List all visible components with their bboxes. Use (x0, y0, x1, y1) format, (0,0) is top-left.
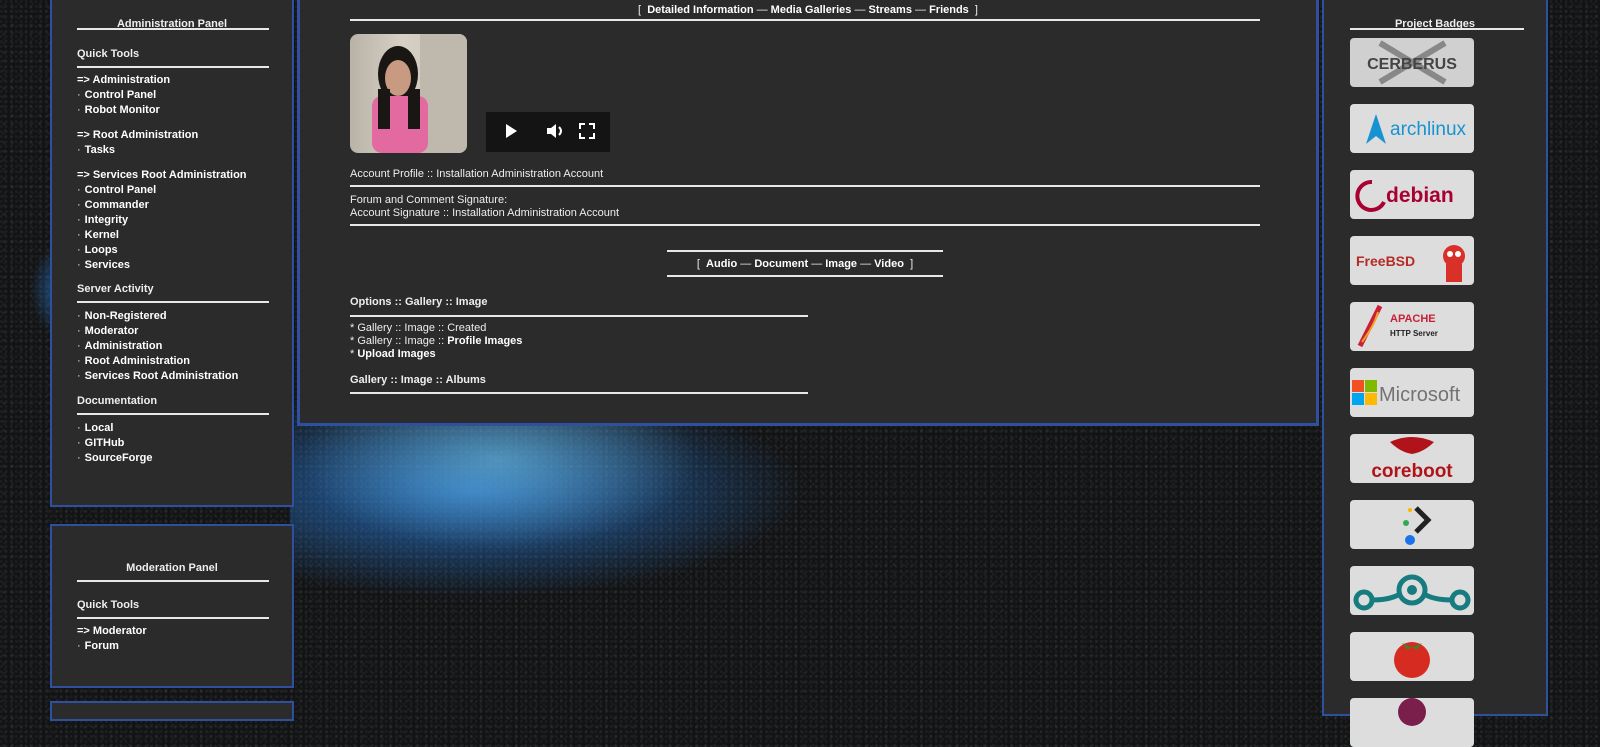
profile-images-link[interactable]: Profile Images (447, 335, 522, 347)
archlinux-badge[interactable]: archlinux (1350, 104, 1474, 153)
divider (77, 66, 269, 68)
divider (667, 250, 943, 252)
divider (350, 19, 1260, 21)
services-link[interactable]: Services (85, 259, 130, 271)
divider (1350, 28, 1524, 30)
divider (77, 413, 269, 415)
signature-value: Account Signature :: Installation Admini… (350, 207, 620, 219)
activity-link[interactable]: Services Root Administration (85, 370, 239, 382)
next-panel (50, 701, 294, 721)
doc-link[interactable]: SourceForge (85, 452, 153, 464)
media-nav-audio[interactable]: Audio (706, 258, 737, 270)
divider (77, 301, 269, 303)
root-admin-group: => Root Administration · Tasks (77, 129, 199, 156)
quick-tools-title: Quick Tools (77, 599, 140, 611)
avatar (350, 34, 467, 153)
media-nav-video[interactable]: Video (874, 258, 904, 270)
moderation-panel: Moderation Panel Quick Tools => Moderato… (50, 524, 294, 688)
media-nav: [ Audio — Document — Image — Video ] (696, 258, 914, 270)
albums-title: Gallery :: Image :: Albums (350, 374, 486, 386)
doc-link[interactable]: Local (85, 422, 114, 434)
admin-link[interactable]: Control Panel (85, 89, 157, 101)
services-link[interactable]: Kernel (85, 229, 119, 241)
services-link[interactable]: Control Panel (85, 184, 157, 196)
moderator-group-heading[interactable]: => Moderator (77, 625, 147, 637)
admin-link[interactable]: Robot Monitor (85, 104, 160, 116)
top-nav: [ Detailed Information — Media Galleries… (638, 4, 978, 16)
svg-text:Microsoft: Microsoft (1379, 384, 1461, 406)
activity-link[interactable]: Administration (85, 340, 163, 352)
microsoft-badge[interactable]: Microsoft (1350, 368, 1474, 417)
background-splash (290, 400, 810, 600)
nav-media-galleries[interactable]: Media Galleries (771, 4, 852, 16)
svg-text:FreeBSD: FreeBSD (1356, 253, 1415, 269)
play-icon[interactable] (496, 112, 526, 150)
services-link[interactable]: Loops (85, 244, 118, 256)
svg-text:CERBERUS: CERBERUS (1367, 56, 1457, 73)
media-nav-image[interactable]: Image (825, 258, 857, 270)
moderator-group: => Moderator · Forum (77, 625, 147, 652)
nav-streams[interactable]: Streams (869, 4, 912, 16)
fullscreen-icon[interactable] (572, 112, 602, 150)
next-badge[interactable] (1350, 698, 1474, 747)
prompt-badge[interactable] (1350, 500, 1474, 549)
main-content-panel: [ Detailed Information — Media Galleries… (297, 0, 1319, 426)
freebsd-badge[interactable]: FreeBSD (1350, 236, 1474, 285)
divider (350, 224, 1260, 226)
project-badges-panel: Project Badges CERBERUS archlinux debian… (1322, 0, 1548, 747)
server-activity-title: Server Activity (77, 283, 154, 295)
options-title: Options :: Gallery :: Image (350, 296, 488, 308)
svg-text:coreboot: coreboot (1371, 461, 1453, 482)
apache-badge[interactable]: APACHE HTTP Server (1350, 302, 1474, 351)
services-link[interactable]: Integrity (85, 214, 128, 226)
lineage-badge[interactable] (1350, 566, 1474, 615)
activity-link[interactable]: Moderator (85, 325, 139, 337)
admin-group: => Administration · Control Panel · Robot … (77, 74, 171, 116)
divider (350, 185, 1260, 187)
activity-link[interactable]: Root Administration (85, 355, 190, 367)
divider (77, 28, 269, 30)
quick-tools-title: Quick Tools (77, 48, 140, 60)
divider (77, 580, 269, 582)
debian-badge[interactable]: debian (1350, 170, 1474, 219)
administration-panel: Administration Panel Quick Tools => Admi… (50, 0, 294, 507)
svg-text:APACHE: APACHE (1390, 313, 1436, 325)
svg-text:archlinux: archlinux (1390, 119, 1467, 140)
media-player[interactable] (486, 112, 610, 152)
admin-group-heading[interactable]: => Administration (77, 74, 170, 86)
documentation-list: · Local · GITHub · SourceForge (77, 422, 153, 464)
options-upload-images: * Upload Images (350, 348, 436, 360)
services-root-admin-group: => Services Root Administration · Control… (77, 169, 247, 271)
panel-title: Moderation Panel (126, 562, 218, 574)
root-admin-group-heading[interactable]: => Root Administration (77, 129, 198, 141)
services-root-admin-group-heading[interactable]: => Services Root Administration (77, 169, 247, 181)
nav-friends[interactable]: Friends (929, 4, 969, 16)
forum-link[interactable]: Forum (85, 640, 119, 652)
svg-text:debian: debian (1386, 184, 1454, 207)
cerberus-badge[interactable]: CERBERUS (1350, 38, 1474, 87)
doc-link[interactable]: GITHub (85, 437, 125, 449)
activity-link[interactable]: Non-Registered (85, 310, 167, 322)
account-profile: Account Profile :: Installation Administ… (350, 168, 604, 180)
divider (350, 315, 808, 317)
volume-icon[interactable] (541, 112, 571, 150)
divider (350, 392, 808, 394)
root-admin-link[interactable]: Tasks (85, 144, 115, 156)
upload-images-link[interactable]: Upload Images (357, 348, 435, 360)
documentation-title: Documentation (77, 395, 158, 407)
server-activity-list: · Non-Registered · Moderator · Administrati… (77, 310, 239, 382)
coreboot-badge[interactable]: coreboot (1350, 434, 1474, 483)
divider (77, 617, 269, 619)
services-link[interactable]: Commander (85, 199, 149, 211)
tomato-badge[interactable] (1350, 632, 1474, 681)
divider (667, 275, 943, 277)
media-nav-document[interactable]: Document (754, 258, 808, 270)
svg-text:HTTP Server: HTTP Server (1390, 329, 1438, 338)
nav-detailed-information[interactable]: Detailed Information (647, 4, 753, 16)
